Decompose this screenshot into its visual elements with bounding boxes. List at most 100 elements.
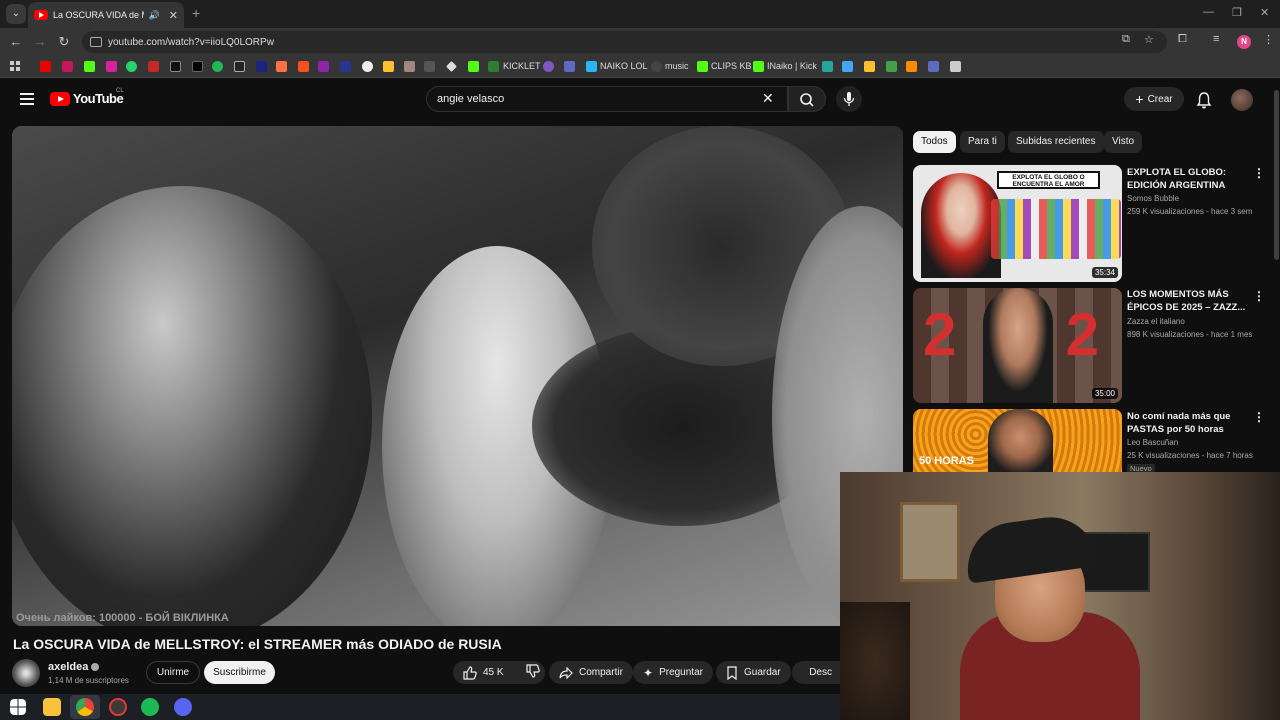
bookmark-icon[interactable] [424, 61, 435, 72]
file-explorer-icon[interactable] [43, 698, 61, 716]
profile-avatar[interactable]: N [1237, 35, 1251, 49]
x-bookmark-icon[interactable] [170, 61, 181, 72]
create-button[interactable]: + Crear [1124, 87, 1184, 111]
chip-para-ti[interactable]: Para ti [960, 131, 1005, 153]
chrome-menu-icon[interactable]: ⋮ [1263, 33, 1274, 46]
dislike-button[interactable] [525, 664, 540, 681]
chrome-taskbar-icon[interactable] [76, 698, 94, 716]
bookmark-icon[interactable] [148, 61, 159, 72]
bookmark-icon[interactable] [886, 61, 897, 72]
media-controls-icon[interactable]: ≡ [1213, 33, 1219, 45]
extensions-icon[interactable]: ⧠ [1178, 33, 1187, 46]
whatsapp-bookmark-icon[interactable] [126, 61, 137, 72]
bookmark-icon[interactable] [842, 61, 853, 72]
spotify-bookmark-icon[interactable] [212, 61, 223, 72]
forward-icon[interactable]: → [32, 34, 48, 49]
bookmark-icon[interactable] [318, 61, 329, 72]
bookmark-kicklet[interactable]: KICKLET [503, 61, 541, 71]
tiktok-bookmark-icon[interactable] [192, 61, 203, 72]
windows-start-icon[interactable] [10, 699, 26, 715]
close-window-icon[interactable]: ✕ [1260, 6, 1269, 19]
speaker-icon[interactable]: 🔊 [149, 10, 160, 21]
bookmark-icon[interactable] [340, 61, 351, 72]
bookmark-icon[interactable] [468, 61, 479, 72]
tab-search-button[interactable]: ⌄ [6, 4, 26, 24]
download-button[interactable]: Desc [792, 661, 842, 684]
chip-todos[interactable]: Todos [913, 131, 956, 153]
channel-name[interactable]: axeldea [48, 661, 100, 673]
install-app-icon[interactable]: ⧉ [1122, 33, 1130, 46]
bookmark-icon[interactable] [383, 61, 394, 72]
bookmark-icon[interactable] [950, 61, 961, 72]
bookmark-icon[interactable] [62, 61, 73, 72]
subscribe-button[interactable]: Suscribirme [204, 661, 275, 684]
recommendation-title[interactable]: EXPLOTA EL GLOBO: EDICIÓN ARGENTINA [1127, 166, 1249, 192]
reload-icon[interactable]: ↻ [56, 34, 72, 50]
notifications-bell-icon[interactable] [1196, 91, 1212, 114]
bookmark-icon[interactable] [651, 61, 662, 72]
recommendation-thumbnail[interactable]: 50 HORAS [913, 409, 1122, 472]
like-button[interactable]: 45 K [463, 665, 504, 680]
url-text[interactable]: youtube.com/watch?v=iioLQ0LORPw [108, 37, 274, 48]
more-options-icon[interactable]: ⋮ [1253, 289, 1265, 303]
bookmark-icon[interactable] [543, 61, 554, 72]
bookmark-music[interactable]: music [665, 61, 689, 71]
recommendation-channel[interactable]: Somos Bubble [1127, 194, 1263, 203]
search-input[interactable]: angie velasco [426, 86, 788, 112]
chip-visto[interactable]: Visto [1104, 131, 1143, 153]
bookmark-icon[interactable] [822, 61, 833, 72]
obs-taskbar-icon[interactable] [109, 698, 127, 716]
bookmark-naiko-lol[interactable]: NAIKO LOL [600, 61, 648, 71]
recommendation-thumbnail[interactable]: EXPLOTA EL GLOBO O ENCUENTRA EL AMOR 35:… [913, 165, 1122, 282]
account-avatar[interactable] [1231, 89, 1253, 111]
recommendation-channel[interactable]: Zazza el italiano [1127, 317, 1263, 326]
kick-bookmark-icon[interactable] [84, 61, 95, 72]
bookmark-icon[interactable] [906, 61, 917, 72]
bookmark-naiko-kick[interactable]: INaiko | Kick [767, 61, 817, 71]
instagram-bookmark-icon[interactable] [106, 61, 117, 72]
browser-tab[interactable]: La OSCURA VIDA de MELLSTROY 🔊 ✕ [28, 2, 184, 28]
recommendation-channel[interactable]: Leo Bascuñan [1127, 438, 1263, 447]
maximize-icon[interactable]: ❐ [1232, 6, 1242, 19]
clear-search-icon[interactable]: ✕ [762, 90, 774, 107]
bookmark-icon[interactable] [234, 61, 245, 72]
join-button[interactable]: Unirme [146, 661, 200, 684]
site-info-icon[interactable] [90, 37, 102, 47]
bookmark-icon[interactable] [256, 61, 267, 72]
kick-bookmark-icon[interactable] [753, 61, 764, 72]
more-options-icon[interactable]: ⋮ [1253, 166, 1265, 180]
menu-icon[interactable] [20, 93, 34, 105]
chip-subidas-recientes[interactable]: Subidas recientes [1008, 131, 1104, 153]
kick-bookmark-icon[interactable] [488, 61, 499, 72]
bookmark-icon[interactable] [404, 61, 415, 72]
voice-search-button[interactable] [836, 86, 862, 112]
youtube-logo[interactable]: YouTube [50, 91, 124, 106]
apps-grid-icon[interactable] [10, 61, 21, 72]
bookmark-icon[interactable] [276, 61, 287, 72]
bookmark-icon[interactable] [362, 61, 373, 72]
tab-close-icon[interactable]: ✕ [169, 9, 178, 22]
bookmark-icon[interactable] [446, 61, 457, 72]
bookmark-clips-kb[interactable]: CLIPS KB [711, 61, 752, 71]
minimize-icon[interactable]: — [1203, 6, 1214, 18]
ask-button[interactable]: ✦ Preguntar [633, 661, 713, 684]
channel-avatar[interactable] [12, 659, 40, 687]
share-button[interactable]: Compartir [549, 661, 633, 684]
discord-taskbar-icon[interactable] [174, 698, 192, 716]
back-icon[interactable]: ← [8, 34, 24, 49]
more-options-icon[interactable]: ⋮ [1253, 410, 1265, 424]
bookmark-icon[interactable] [928, 61, 939, 72]
address-bar[interactable]: youtube.com/watch?v=iioLQ0LORPw [82, 31, 1167, 53]
new-tab-button[interactable]: + [192, 5, 200, 21]
bookmark-star-icon[interactable]: ☆ [1144, 33, 1154, 46]
bookmark-icon[interactable] [298, 61, 309, 72]
bookmark-icon[interactable] [564, 61, 575, 72]
recommendation-title[interactable]: LOS MOMENTOS MÁS ÉPICOS DE 2025 – ZAZZ..… [1127, 288, 1249, 314]
save-button[interactable]: Guardar [716, 661, 791, 684]
spotify-taskbar-icon[interactable] [141, 698, 159, 716]
recommendation-title[interactable]: No comí nada más que PASTAS por 50 horas [1127, 410, 1249, 436]
recommendation-thumbnail[interactable]: 2025 35:00 [913, 288, 1122, 403]
youtube-bookmark-icon[interactable] [40, 61, 51, 72]
channel-name-text[interactable]: axeldea [48, 661, 88, 673]
bookmark-icon[interactable] [864, 61, 875, 72]
